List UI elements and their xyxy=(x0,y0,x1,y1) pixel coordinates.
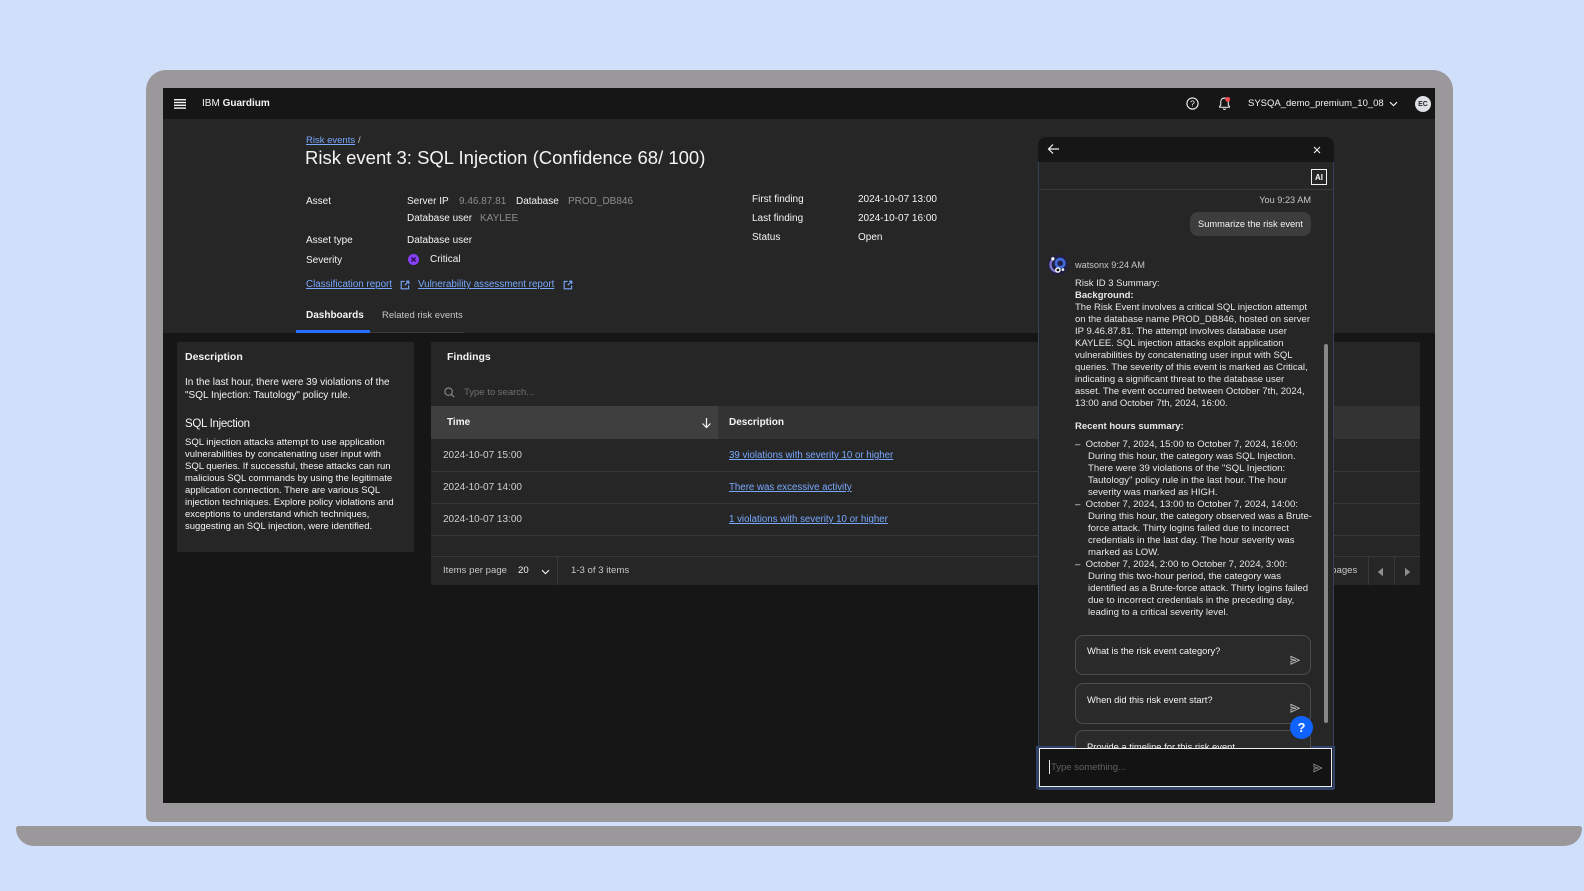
svg-text:?: ? xyxy=(1190,99,1195,109)
